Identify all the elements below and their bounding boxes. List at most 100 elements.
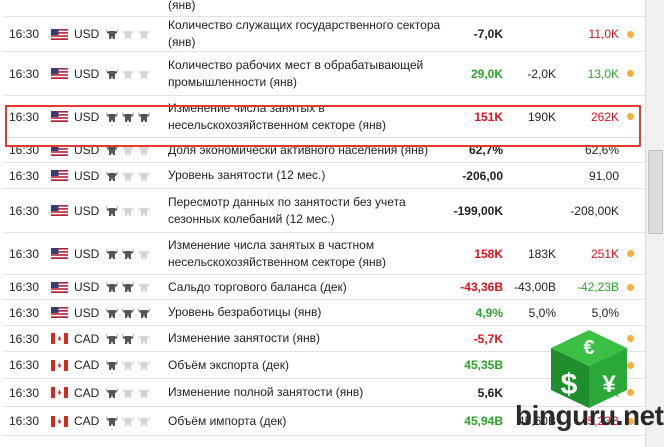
actual-value: 151K xyxy=(474,109,503,124)
event-name[interactable]: Объём экспорта (дек) xyxy=(168,352,446,378)
us-flag-icon xyxy=(51,163,68,188)
us-flag-icon xyxy=(51,233,68,274)
forecast-value xyxy=(508,189,556,232)
event-name[interactable]: Сальдо торгового баланса (дек) xyxy=(168,275,446,299)
forecast-value xyxy=(508,163,556,188)
us-flag-icon xyxy=(51,17,68,51)
forecast-value: -43,00B xyxy=(513,280,556,294)
status-dot-icon xyxy=(627,96,634,137)
previous-value: 11,0K xyxy=(588,27,619,41)
canada-flag-icon xyxy=(51,407,68,435)
event-name[interactable]: Изменение занятости (янв) xyxy=(168,326,446,351)
event-name[interactable]: Количество рабочих мест в обрабатывающей… xyxy=(168,52,446,95)
event-name[interactable]: Уровень безработицы (янв) xyxy=(168,300,446,325)
event-name[interactable]: Пересмотр данных по занятости без учета … xyxy=(168,189,446,232)
calendar-row[interactable]: 16:30 USD Изменение числа занятых в частно… xyxy=(3,233,645,275)
us-flag-icon xyxy=(51,300,68,325)
importance-bull-icons xyxy=(105,300,153,325)
status-dot-icon xyxy=(627,52,634,95)
previous-value: 262K xyxy=(590,109,619,124)
previous-value: 91,00 xyxy=(588,168,619,183)
actual-value: 45,94B xyxy=(464,414,503,428)
dollar-symbol: $ xyxy=(561,368,578,401)
currency-code: USD xyxy=(74,66,100,81)
event-time: 16:30 xyxy=(9,280,40,294)
calendar-row[interactable]: (янв) xyxy=(3,0,645,17)
event-time: 16:30 xyxy=(9,305,40,320)
event-name[interactable]: Изменение полной занятости (янв) xyxy=(168,379,446,406)
currency-code: CAD xyxy=(74,414,100,428)
importance-bull-icons xyxy=(105,17,153,51)
actual-value xyxy=(451,0,503,16)
event-name[interactable]: Объём импорта (дек) xyxy=(168,407,446,435)
currency-code: USD xyxy=(74,305,100,320)
calendar-row[interactable]: 16:30 USD Количество служащих государствен… xyxy=(3,17,645,52)
event-time: 16:30 xyxy=(9,203,40,218)
currency-code: USD xyxy=(74,203,100,218)
previous-value: 13,0K xyxy=(587,66,619,81)
binguru-logo: € $ ¥ binguru.net xyxy=(515,318,671,447)
calendar-row[interactable]: 16:30 USD Сальдо торгового баланса (дек) -4… xyxy=(3,275,645,300)
status-dot-icon xyxy=(627,275,634,299)
currency-code: CAD xyxy=(74,385,100,400)
importance-bull-icons xyxy=(105,52,153,95)
previous-value: 62,6% xyxy=(584,143,619,157)
canada-flag-icon xyxy=(51,326,68,351)
event-time: 16:30 xyxy=(9,66,40,81)
currency-code: CAD xyxy=(74,358,100,372)
event-time: 16:30 xyxy=(9,143,40,157)
currency-code: USD xyxy=(74,168,100,183)
calendar-row[interactable]: 16:30 USD Количество рабочих мест в обраба… xyxy=(3,52,645,96)
event-time: 16:30 xyxy=(9,358,40,372)
actual-value: 4,9% xyxy=(475,305,503,320)
forecast-value xyxy=(508,0,556,16)
forecast-value: 183K xyxy=(527,246,556,261)
euro-symbol: € xyxy=(583,337,594,359)
currency-code: USD xyxy=(74,143,100,157)
event-name[interactable]: Уровень занятости (12 мес.) xyxy=(168,163,446,188)
currency-code: USD xyxy=(74,280,100,294)
currency-cube-icon: € $ ¥ xyxy=(551,330,627,408)
calendar-row[interactable]: 16:30 USD Уровень занятости (12 мес.) -206,… xyxy=(3,163,645,189)
importance-bull-icons xyxy=(105,233,153,274)
actual-value: 62,7% xyxy=(468,143,503,157)
event-time: 16:30 xyxy=(9,414,40,428)
importance-bull-icons xyxy=(105,189,153,232)
importance-bull-icons xyxy=(105,275,153,299)
actual-value: -199,00K xyxy=(453,203,503,218)
currency-code: USD xyxy=(74,27,100,41)
calendar-row[interactable]: 16:30 USD Изменение числа занятых в несель… xyxy=(3,96,645,138)
event-name[interactable]: Доля экономически активного населения (я… xyxy=(168,138,446,162)
previous-value xyxy=(563,0,619,16)
event-time: 16:30 xyxy=(9,246,40,261)
actual-value: -43,36B xyxy=(460,280,503,294)
event-time: 16:30 xyxy=(9,168,40,183)
canada-flag-icon xyxy=(51,352,68,378)
actual-value: -5,7K xyxy=(473,331,503,346)
us-flag-icon xyxy=(51,138,68,162)
watermark-text: binguru.net xyxy=(515,400,664,431)
event-time: 16:30 xyxy=(9,27,40,41)
canada-flag-icon xyxy=(51,379,68,406)
actual-value: 158K xyxy=(474,246,503,261)
event-name[interactable]: Количество служащих государственного сек… xyxy=(168,17,446,51)
actual-value: -7,0K xyxy=(473,27,503,41)
scrollbar-thumb[interactable] xyxy=(648,150,663,234)
importance-bull-icons xyxy=(105,96,153,137)
event-name[interactable]: Изменение числа занятых в частном несель… xyxy=(168,233,446,274)
forecast-value xyxy=(508,138,556,162)
calendar-row[interactable]: 16:30 USD Пересмотр данных по занятости бе… xyxy=(3,189,645,233)
calendar-row[interactable]: 16:30 USD Доля экономически активного насе… xyxy=(3,138,645,163)
actual-value: -206,00 xyxy=(462,168,503,183)
us-flag-icon xyxy=(51,52,68,95)
actual-value: 45,35B xyxy=(464,358,503,372)
actual-value: 29,0K xyxy=(470,66,503,81)
importance-bull-icons xyxy=(105,326,153,351)
previous-value: 251K xyxy=(590,246,619,261)
us-flag-icon xyxy=(51,189,68,232)
event-name[interactable]: Изменение числа занятых в несельскохозяй… xyxy=(168,96,446,137)
previous-value: -42,23B xyxy=(576,280,619,294)
event-name[interactable]: (янв) xyxy=(168,0,446,13)
yen-symbol: ¥ xyxy=(602,371,616,398)
economic-calendar-panel: (янв) 16:30 USD Количество служащих государ… xyxy=(0,0,671,447)
